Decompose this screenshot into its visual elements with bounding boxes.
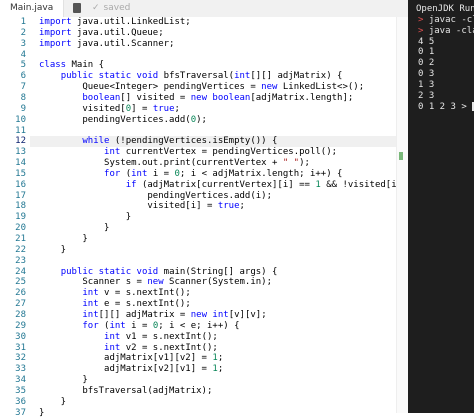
code-line-19: } [39, 212, 132, 223]
terminal-output-1: 4 5 [418, 36, 435, 47]
code-line-22: } [39, 244, 67, 255]
code-line-32: adjMatrix[v1][v2] = 1; [39, 353, 224, 364]
code-line-18: visited[i] = true; [39, 201, 245, 212]
code-line-20: } [39, 223, 110, 234]
code-line-2: import java.util.Queue; [39, 27, 164, 38]
code-line-16: if (adjMatrix[currentVertex][i] == 1 && … [125, 179, 419, 190]
code-line-34: } [39, 375, 88, 386]
prompt-icon: > [418, 25, 429, 36]
ide-window: Main.java ✓ saved 1 2 3 4 5 6 7 8 9 10 11 12 13 14 15 16… [0, 0, 474, 418]
line-number: 2 [20, 27, 26, 38]
line-number: 19 [15, 212, 26, 223]
terminal-output-6: 2 3 [418, 90, 435, 101]
command-text: javac -cla [428, 14, 474, 25]
line-number: 33 [15, 364, 26, 375]
line-number: 32 [15, 353, 26, 364]
code-line-21: } [39, 234, 88, 244]
terminal-output-2: 0 1 [418, 47, 435, 58]
line-number-gutter: 1 2 3 4 5 6 7 8 9 10 11 12 13 14 15 16 17 18 19 20 21 22 23 24 2… [0, 17, 30, 418]
code-line-7: Queue<Integer> pendingVertices = new Lin… [39, 82, 365, 93]
line-number: 20 [15, 223, 26, 234]
line-number: 15 [15, 168, 26, 179]
code-line-10: pendingVertices.add(0); [39, 114, 207, 125]
line-number: 26 [15, 288, 26, 299]
line-number: 13 [15, 147, 26, 158]
code-line-6: public static void bfsTraversal(int[][] … [60, 71, 343, 82]
line-number: 6 [20, 71, 26, 82]
file-icon [73, 3, 81, 13]
code-line-5: class Main { [39, 60, 105, 71]
terminal-command-2: > java -clas [418, 26, 474, 37]
code-line-17: pendingVertices.add(i); [39, 190, 272, 201]
line-number: 34 [15, 375, 26, 386]
code-line-36: } [39, 396, 67, 407]
line-number: 14 [15, 158, 26, 169]
terminal-output-5: 1 3 [418, 79, 435, 90]
code-line-26: int v = s.nextInt(); [82, 288, 191, 299]
scrollbar-change-marker [399, 152, 403, 160]
line-number: 35 [15, 385, 26, 396]
code-line-8: boolean[] visited = new boolean[adjMatri… [82, 92, 354, 103]
line-number: 4 [20, 49, 26, 60]
tab-bar: Main.java ✓ saved [0, 0, 408, 18]
code-line-25: Scanner s = new Scanner(System.in); [39, 277, 273, 288]
line-number: 22 [15, 244, 26, 255]
line-number: 25 [15, 277, 26, 288]
code-line-14: System.out.print(currentVertex + " "); [39, 158, 310, 169]
line-number: 36 [15, 396, 26, 407]
terminal-command-1: > javac -cla [418, 15, 474, 26]
output-text: 0 1 2 3 > [418, 101, 473, 112]
tab-label: Main.java [10, 3, 54, 13]
code-line-15: for (int i = 0; i < adjMatrix.length; i+… [104, 168, 343, 179]
code-line-12: while (!pendingVertices.isEmpty()) { [82, 136, 278, 147]
check-icon: ✓ [92, 3, 100, 13]
code-line-30: int v1 = s.nextInt(); [104, 331, 218, 342]
code-line-3: import java.util.Scanner; [39, 38, 175, 49]
code-line-29: for (int i = 0; i < e; i++) { [82, 320, 240, 331]
terminal-panel[interactable]: OpenJDK Runt > javac -cla > java -clas 4… [408, 0, 474, 413]
line-number: 29 [15, 320, 26, 331]
saved-label: saved [103, 3, 131, 13]
line-number: 21 [15, 234, 26, 244]
line-number: 28 [15, 309, 26, 320]
terminal-output-3: 0 2 [418, 58, 435, 69]
line-number: 9 [20, 103, 26, 114]
line-number: 5 [20, 60, 26, 71]
code-line-28: int[][] adjMatrix = new int[v][v]; [82, 309, 267, 320]
line-number: 27 [15, 299, 26, 310]
terminal-output-4: 0 3 [418, 69, 435, 80]
code-line-31: int v2 = s.nextInt(); [104, 342, 218, 353]
prompt-icon: > [418, 14, 429, 25]
code-line-27: int e = s.nextInt(); [82, 299, 191, 310]
line-number: 3 [20, 38, 26, 49]
line-number: 18 [15, 201, 26, 212]
line-number: 8 [20, 92, 26, 103]
terminal-title: OpenJDK Runt [416, 4, 474, 14]
code-line-33: adjMatrix[v2][v1] = 1; [39, 364, 224, 375]
tab-main-java[interactable]: Main.java [0, 0, 65, 17]
line-number: 10 [15, 114, 26, 125]
line-number: 16 [15, 179, 26, 190]
line-number: 7 [20, 82, 26, 93]
line-number: 12 [15, 136, 26, 147]
line-number: 24 [15, 266, 26, 277]
line-number: 1 [20, 17, 26, 27]
line-number: 17 [15, 190, 26, 201]
code-line-13: int currentVertex = pendingVertices.poll… [104, 147, 338, 158]
line-number: 30 [15, 331, 26, 342]
code-line-35: bfsTraversal(adjMatrix); [39, 385, 213, 396]
code-editor[interactable]: 1 2 3 4 5 6 7 8 9 10 11 12 13 14 15 16 17 18 19 20 21 22 23 24 2… [0, 17, 418, 418]
line-number: 31 [15, 342, 26, 353]
code-line-24: public static void main(String[] args) { [60, 266, 278, 277]
code-line-1: import java.util.LinkedList; [39, 17, 191, 27]
line-number: 23 [15, 255, 26, 266]
terminal-output-7: 0 1 2 3 > [418, 101, 474, 113]
line-number: 11 [15, 125, 26, 136]
command-text: java -clas [428, 25, 474, 36]
code-line-9: visited[0] = true; [39, 103, 180, 114]
saved-status: ✓ saved [92, 0, 130, 17]
